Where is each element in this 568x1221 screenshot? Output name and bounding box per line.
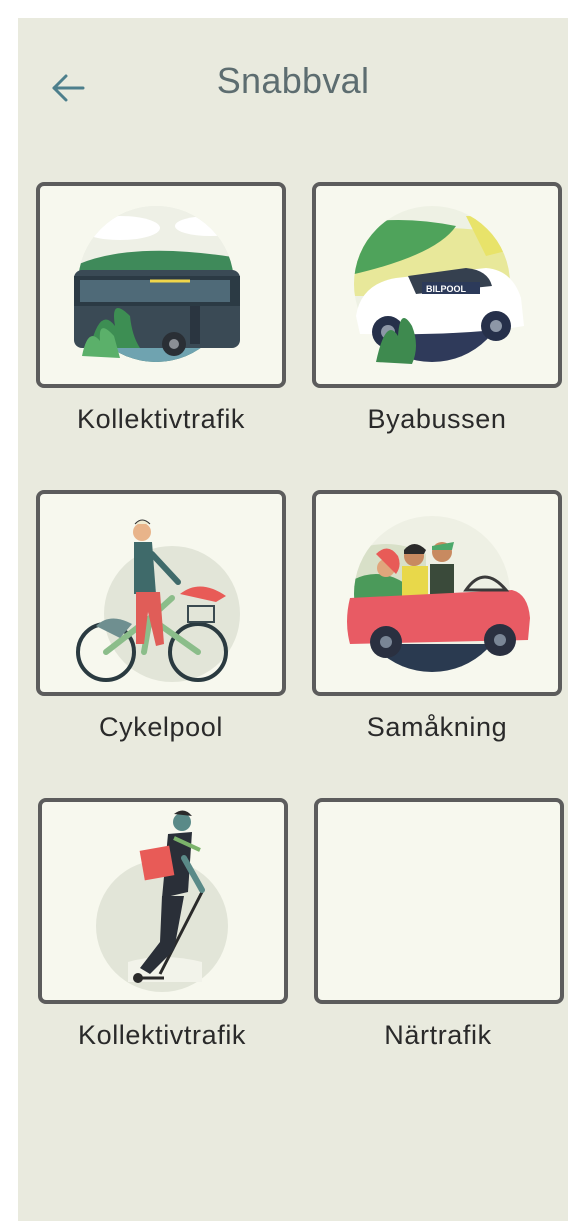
tile-label: Byabussen [367, 404, 507, 434]
tile-label: Kollektivtrafik [77, 1020, 247, 1050]
tile-kollektivtrafik[interactable] [36, 182, 286, 388]
tile-label: Kollektivtrafik [76, 404, 246, 434]
car-illustration: BILPOOL [354, 206, 524, 364]
bus-illustration [74, 206, 240, 362]
tile-kollektivtrafik-2[interactable] [38, 798, 288, 1004]
carpool-illustration [347, 516, 530, 672]
tile-label: Närtrafik [384, 1020, 492, 1050]
app-screen: Snabbval Kollektivtrafik BILPOOL Byabuss… [18, 18, 568, 1221]
tile-byabussen[interactable]: BILPOOL [312, 182, 562, 388]
tile-label: Samåkning [366, 712, 508, 742]
bicycle-illustration [76, 519, 240, 682]
car-logo-text: BILPOOL [426, 284, 467, 294]
tile-nartrafik[interactable] [314, 798, 564, 1004]
page-title: Snabbval [216, 60, 370, 101]
tile-cykelpool[interactable] [36, 490, 286, 696]
header: Snabbval [18, 18, 568, 158]
tile-samakning[interactable] [312, 490, 562, 696]
scooter-illustration [96, 810, 228, 992]
tile-label: Cykelpool [99, 712, 223, 742]
